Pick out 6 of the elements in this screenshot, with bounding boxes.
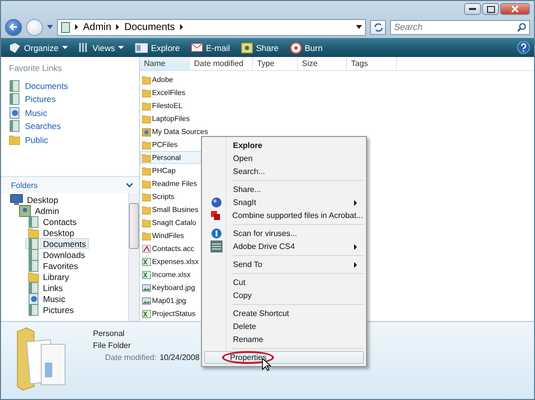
date-modified-value: 10/24/2008: [160, 353, 200, 362]
item-name: Personal: [93, 329, 126, 338]
folders-heading: Folders: [11, 180, 38, 190]
favorite-links-heading: Favorite Links: [9, 63, 63, 73]
date-modified-label: Date modified:: [105, 353, 157, 362]
item-type: File Folder: [93, 341, 132, 350]
